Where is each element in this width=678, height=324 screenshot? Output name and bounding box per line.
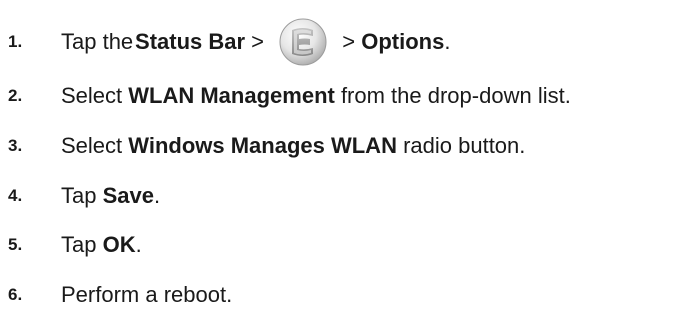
step-6: 6. Perform a reboot. bbox=[8, 275, 232, 315]
save-label: Save bbox=[102, 183, 154, 208]
step-number: 6. bbox=[8, 285, 23, 304]
instruction-steps: 1. Tap the Status Bar > > Options . 2. S… bbox=[0, 0, 678, 324]
options-label: Options bbox=[361, 29, 445, 54]
step-number: 2. bbox=[8, 86, 23, 105]
step-number: 3. bbox=[8, 136, 23, 155]
step-number: 1. bbox=[8, 32, 23, 51]
ok-label: OK bbox=[102, 232, 136, 257]
step-text: Tap the Status Bar > > Options . bbox=[61, 17, 450, 67]
step-text: Select WLAN Management from the drop-dow… bbox=[61, 83, 571, 108]
step-text: Select Windows Manages WLAN radio button… bbox=[61, 133, 526, 158]
step-4: 4. Tap Save. bbox=[8, 176, 160, 216]
step-5: 5. Tap OK. bbox=[8, 225, 142, 265]
start-menu-logo-icon bbox=[278, 17, 328, 67]
step-text: Tap Save. bbox=[61, 183, 161, 208]
step-text: Perform a reboot. bbox=[61, 282, 233, 307]
windows-manages-wlan-label: Windows Manages WLAN bbox=[128, 133, 397, 158]
step-3: 3. Select Windows Manages WLAN radio but… bbox=[8, 126, 525, 166]
step-number: 5. bbox=[8, 235, 23, 254]
status-bar-label: Status Bar bbox=[135, 29, 246, 54]
wlan-management-label: WLAN Management bbox=[128, 83, 335, 108]
step-1: 1. Tap the Status Bar > > Options . bbox=[8, 18, 450, 66]
step-number: 4. bbox=[8, 186, 23, 205]
step-2: 2. Select WLAN Management from the drop-… bbox=[8, 76, 571, 116]
step-text: Tap OK. bbox=[61, 232, 142, 257]
